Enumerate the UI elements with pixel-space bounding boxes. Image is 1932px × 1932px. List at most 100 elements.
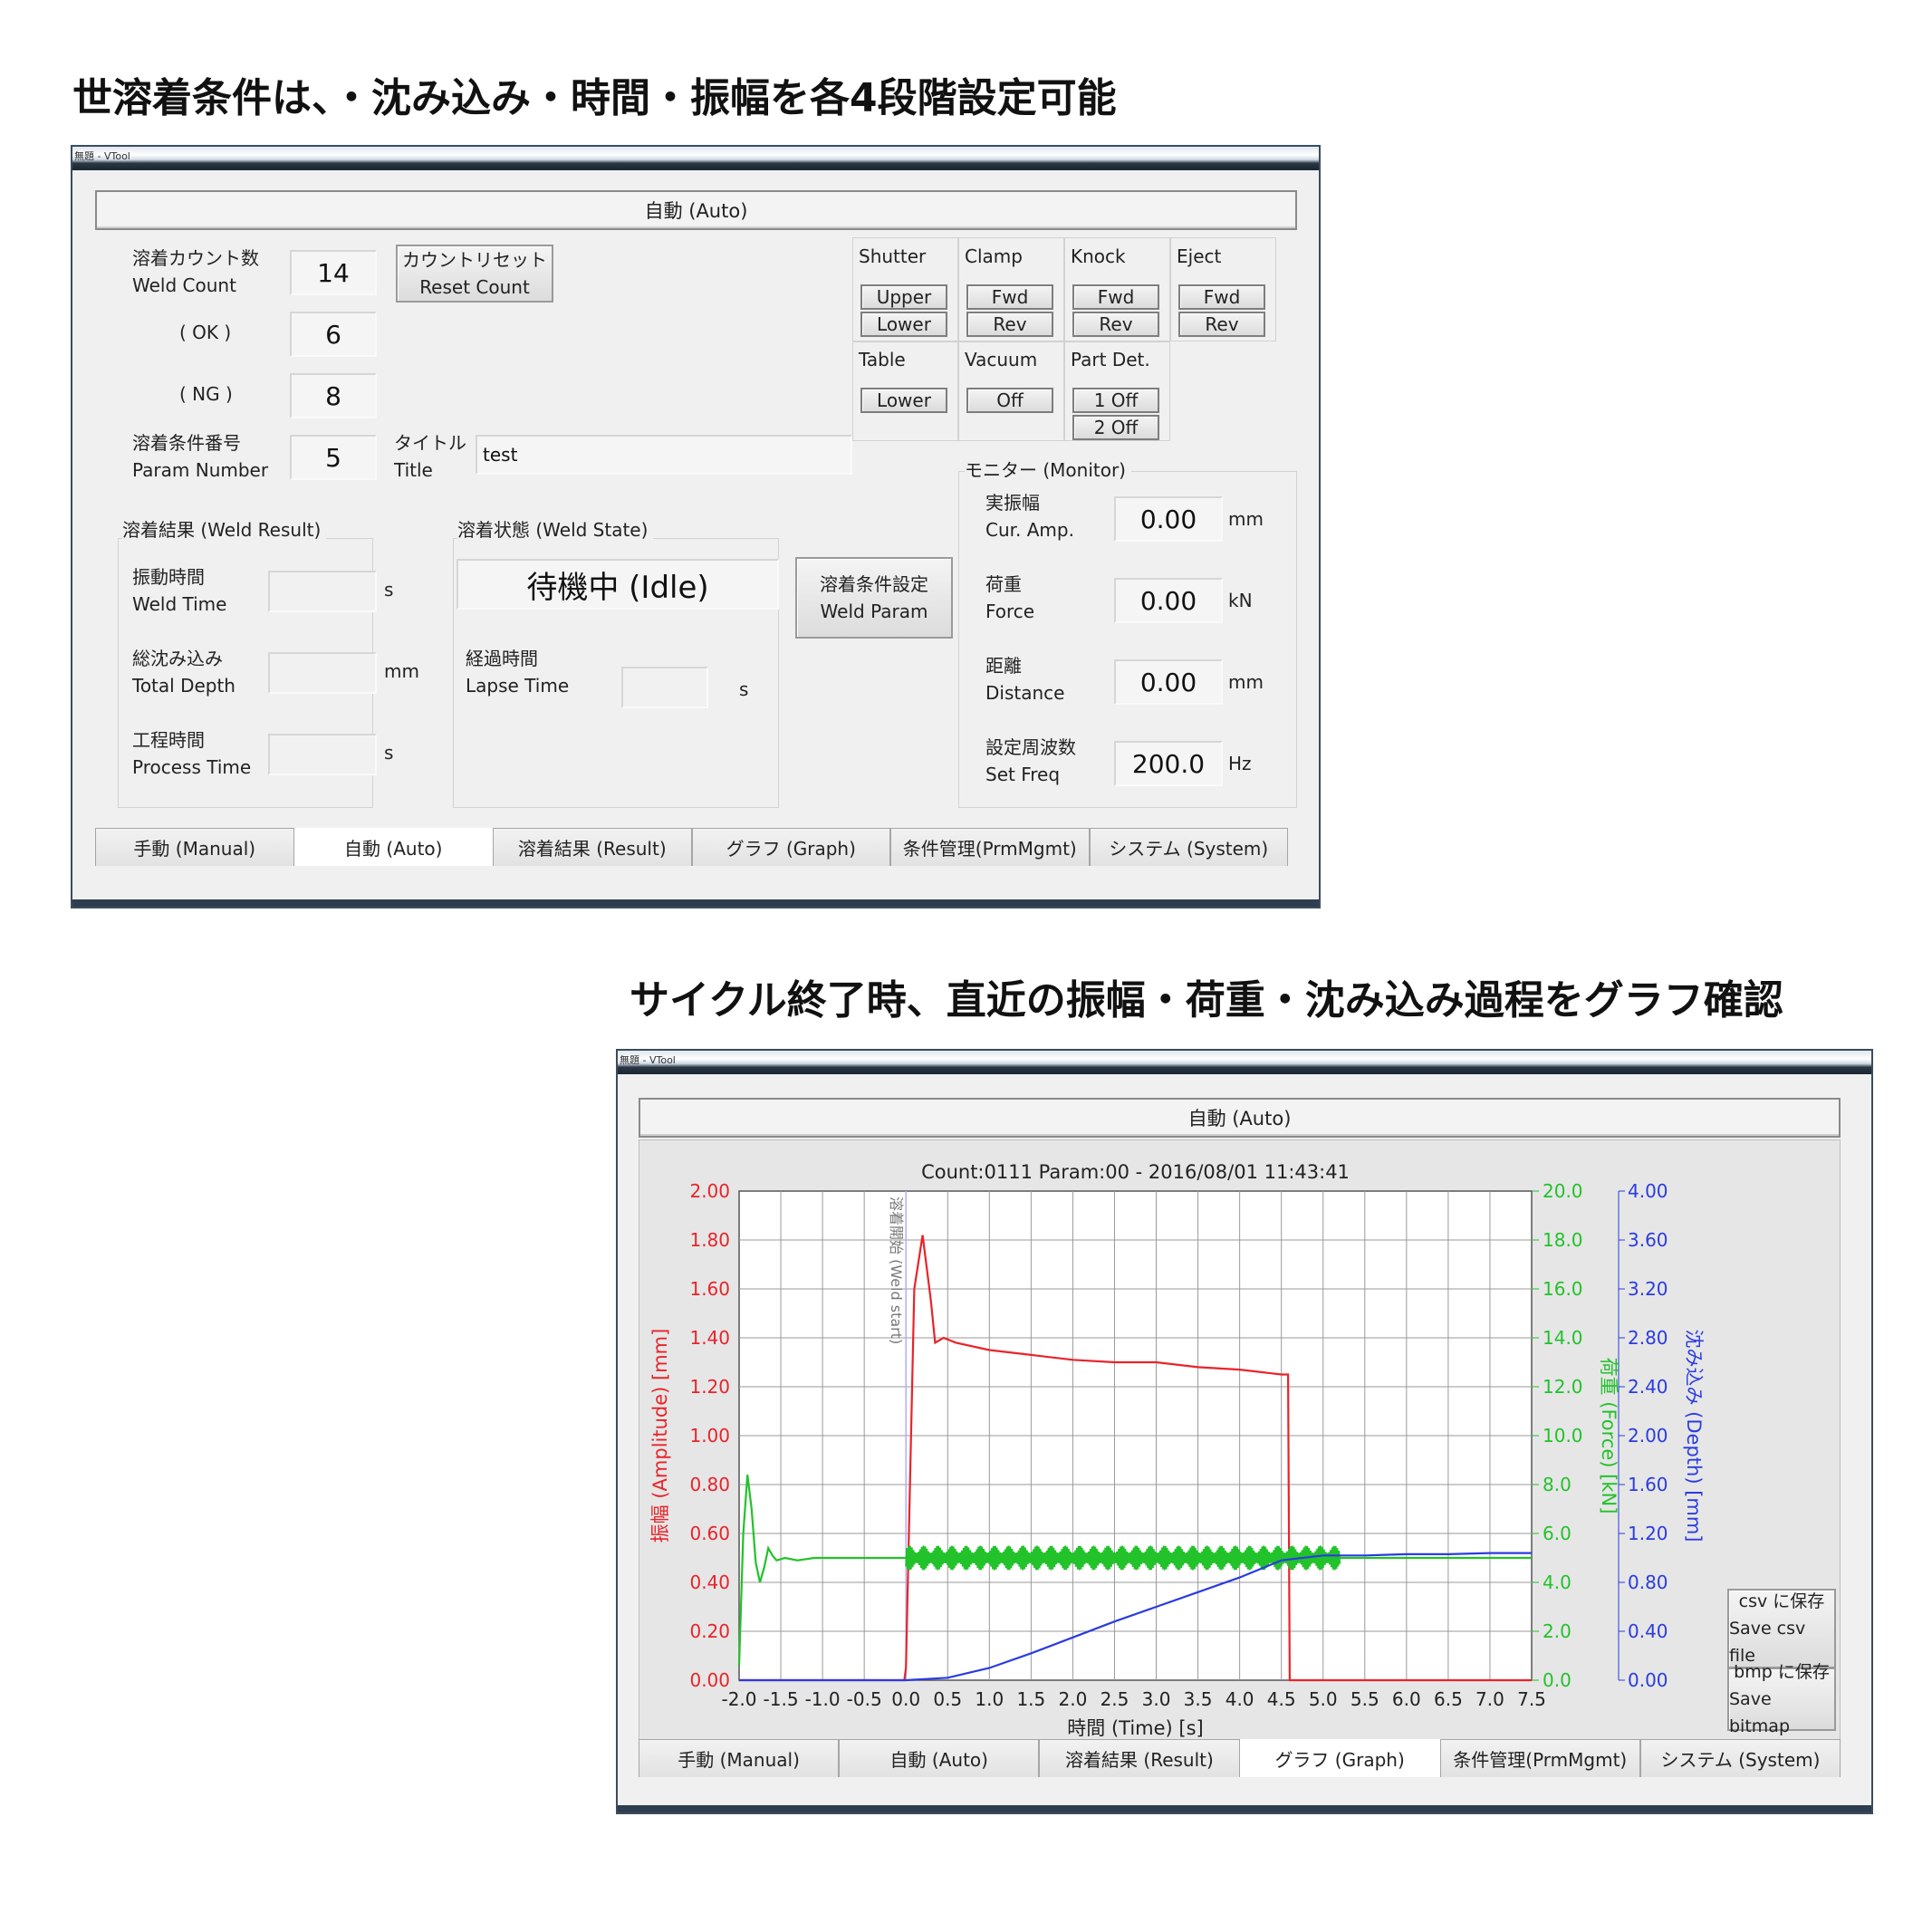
clamp-rev-button[interactable]: Rev: [966, 312, 1053, 337]
distance-label-jp: 距離: [985, 655, 1022, 677]
y-tick-label: 16.0: [1543, 1278, 1583, 1300]
reset-count-label-jp: カウントリセット: [402, 249, 547, 271]
ok-count-label: ( OK ): [179, 322, 232, 343]
y-tick-label: 1.00: [689, 1425, 730, 1447]
vacuum-off-button[interactable]: Off: [966, 388, 1053, 413]
set-freq-unit: Hz: [1228, 753, 1252, 774]
distance-value: 0.00: [1114, 659, 1223, 705]
total-depth-value: [268, 652, 377, 694]
y-tick-label: 3.20: [1628, 1278, 1668, 1300]
y-tick-label: 14.0: [1543, 1327, 1583, 1349]
y-tick-label: 2.80: [1628, 1327, 1668, 1349]
set-freq-label-jp: 設定周波数: [985, 736, 1076, 758]
eject-fwd-button[interactable]: Fwd: [1178, 284, 1265, 310]
x-tick-label: 4.5: [1267, 1688, 1296, 1710]
tab-manual[interactable]: 手動 (Manual): [639, 1739, 840, 1777]
y-tick-label: 4.0: [1543, 1572, 1572, 1593]
save-csv-button[interactable]: csv に保存 Save csv file: [1727, 1589, 1836, 1668]
x-tick-label: 7.5: [1517, 1688, 1546, 1710]
set-freq-label-en: Set Freq: [985, 764, 1061, 785]
tab-auto[interactable]: 自動 (Auto): [839, 1739, 1040, 1777]
tab-graph[interactable]: グラフ (Graph): [1239, 1739, 1440, 1777]
set-freq-value: 200.0: [1114, 741, 1223, 786]
y-tick-label: 4.00: [1628, 1180, 1668, 1202]
process-time-unit: s: [384, 742, 394, 764]
weld-state-value: 待機中 (Idle): [457, 559, 779, 610]
force-unit: kN: [1228, 590, 1253, 611]
ok-count-value: 6: [290, 312, 377, 357]
monitor-title: モニター (Monitor): [965, 457, 1131, 484]
x-axis-label: 時間 (Time) [s]: [1067, 1717, 1203, 1739]
weld-count-label-jp: 溶着カウント数: [132, 247, 259, 269]
part-detect-label: Part Det.: [1071, 349, 1150, 370]
x-tick-label: 1.5: [1016, 1688, 1045, 1710]
y-tick-label: 18.0: [1543, 1229, 1583, 1251]
y-tick-label: 1.20: [1628, 1523, 1668, 1544]
window-title-graph: 無題 - VTool: [620, 1054, 676, 1066]
y-tick-label: 8.0: [1543, 1474, 1572, 1495]
y-tick-label: 1.40: [689, 1327, 730, 1349]
weld-time-label-jp: 振動時間: [132, 566, 205, 588]
force-label-en: Force: [985, 601, 1035, 622]
reset-count-label-en: Reset Count: [419, 276, 530, 298]
tab-manual[interactable]: 手動 (Manual): [95, 828, 294, 866]
shutter-lower-button[interactable]: Lower: [860, 312, 947, 337]
weld-start-annotation: 溶着開始 (Weld start): [888, 1197, 905, 1344]
y-tick-label: 6.0: [1543, 1523, 1572, 1544]
y-tick-label: 1.20: [689, 1376, 730, 1398]
y-tick-label: 20.0: [1543, 1180, 1583, 1202]
tab-result[interactable]: 溶着結果 (Result): [493, 828, 692, 866]
param-number-value: 5: [290, 435, 377, 480]
reset-count-button[interactable]: カウントリセット Reset Count: [396, 245, 553, 303]
table-lower-button[interactable]: Lower: [860, 388, 947, 413]
force-label-jp: 荷重: [985, 573, 1022, 595]
window-titlebar[interactable]: 無題 - VTool: [72, 147, 1319, 170]
y-tick-label: 0.20: [689, 1620, 730, 1642]
x-tick-label: 7.0: [1475, 1688, 1504, 1710]
knock-rev-button[interactable]: Rev: [1072, 312, 1159, 337]
weld-param-button[interactable]: 溶着条件設定 Weld Param: [795, 557, 953, 639]
graph-panel: -2.0 -1.5 -1.0 -0.5 0.0 0.5 1.0 1.5 2.0 2.5 3.0 3.5…: [639, 1139, 1841, 1742]
eject-rev-button[interactable]: Rev: [1178, 312, 1265, 337]
tab-param-management[interactable]: 条件管理(PrmMgmt): [1439, 1739, 1640, 1777]
total-depth-label-jp: 総沈み込み: [132, 648, 223, 669]
x-tick-label: 6.5: [1434, 1688, 1463, 1710]
clamp-fwd-button[interactable]: Fwd: [966, 284, 1053, 310]
vtool-window-graph: 無題 - VTool 自動 (Auto) -2.0 -1.5 -1.0 -0.5 0.0…: [616, 1049, 1873, 1814]
tab-auto[interactable]: 自動 (Auto): [293, 828, 493, 866]
lapse-time-label-en: Lapse Time: [466, 675, 570, 697]
tab-param-management[interactable]: 条件管理(PrmMgmt): [890, 828, 1090, 866]
y-tick-label: 10.0: [1543, 1425, 1583, 1447]
process-time-label-jp: 工程時間: [132, 729, 205, 751]
tab-result[interactable]: 溶着結果 (Result): [1039, 1739, 1240, 1777]
vacuum-label: Vacuum: [965, 349, 1038, 370]
tab-bar-graph: 手動 (Manual) 自動 (Auto) 溶着結果 (Result) グラフ …: [639, 1739, 1841, 1777]
tab-system[interactable]: システム (System): [1639, 1739, 1841, 1777]
weld-time-unit: s: [384, 579, 394, 601]
param-number-label-en: Param Number: [132, 459, 269, 481]
x-tick-label: -1.5: [764, 1688, 799, 1710]
y-axis-label-depth: 沈み込み (Depth) [mm]: [1683, 1330, 1705, 1543]
part-detect-1-button[interactable]: 1 Off: [1072, 388, 1159, 413]
knock-fwd-button[interactable]: Fwd: [1072, 284, 1159, 310]
x-tick-label: 2.5: [1101, 1688, 1129, 1710]
total-depth-label-en: Total Depth: [132, 675, 235, 697]
y-axis-label-force: 荷重 (Force) [kN]: [1598, 1358, 1620, 1514]
force-value: 0.00: [1114, 578, 1223, 623]
weld-time-value: [268, 571, 377, 612]
y-tick-label: 0.00: [1628, 1669, 1668, 1691]
save-bitmap-button[interactable]: bmp に保存 Save bitmap: [1727, 1662, 1836, 1736]
y-tick-label: 0.60: [689, 1523, 730, 1544]
y-tick-label: 12.0: [1543, 1376, 1583, 1398]
amplitude-label-jp: 実振幅: [985, 492, 1040, 514]
x-tick-label: 6.0: [1392, 1688, 1421, 1710]
window-titlebar-graph[interactable]: 無題 - VTool: [618, 1051, 1871, 1074]
tab-graph[interactable]: グラフ (Graph): [691, 828, 890, 866]
shutter-upper-button[interactable]: Upper: [860, 284, 947, 310]
x-tick-label: 0.5: [933, 1688, 962, 1710]
weld-time-label-en: Weld Time: [132, 593, 227, 615]
part-detect-2-button[interactable]: 2 Off: [1072, 415, 1159, 440]
tab-system[interactable]: システム (System): [1089, 828, 1288, 866]
x-tick-label: 3.0: [1142, 1688, 1171, 1710]
ng-count-value: 8: [290, 373, 377, 418]
